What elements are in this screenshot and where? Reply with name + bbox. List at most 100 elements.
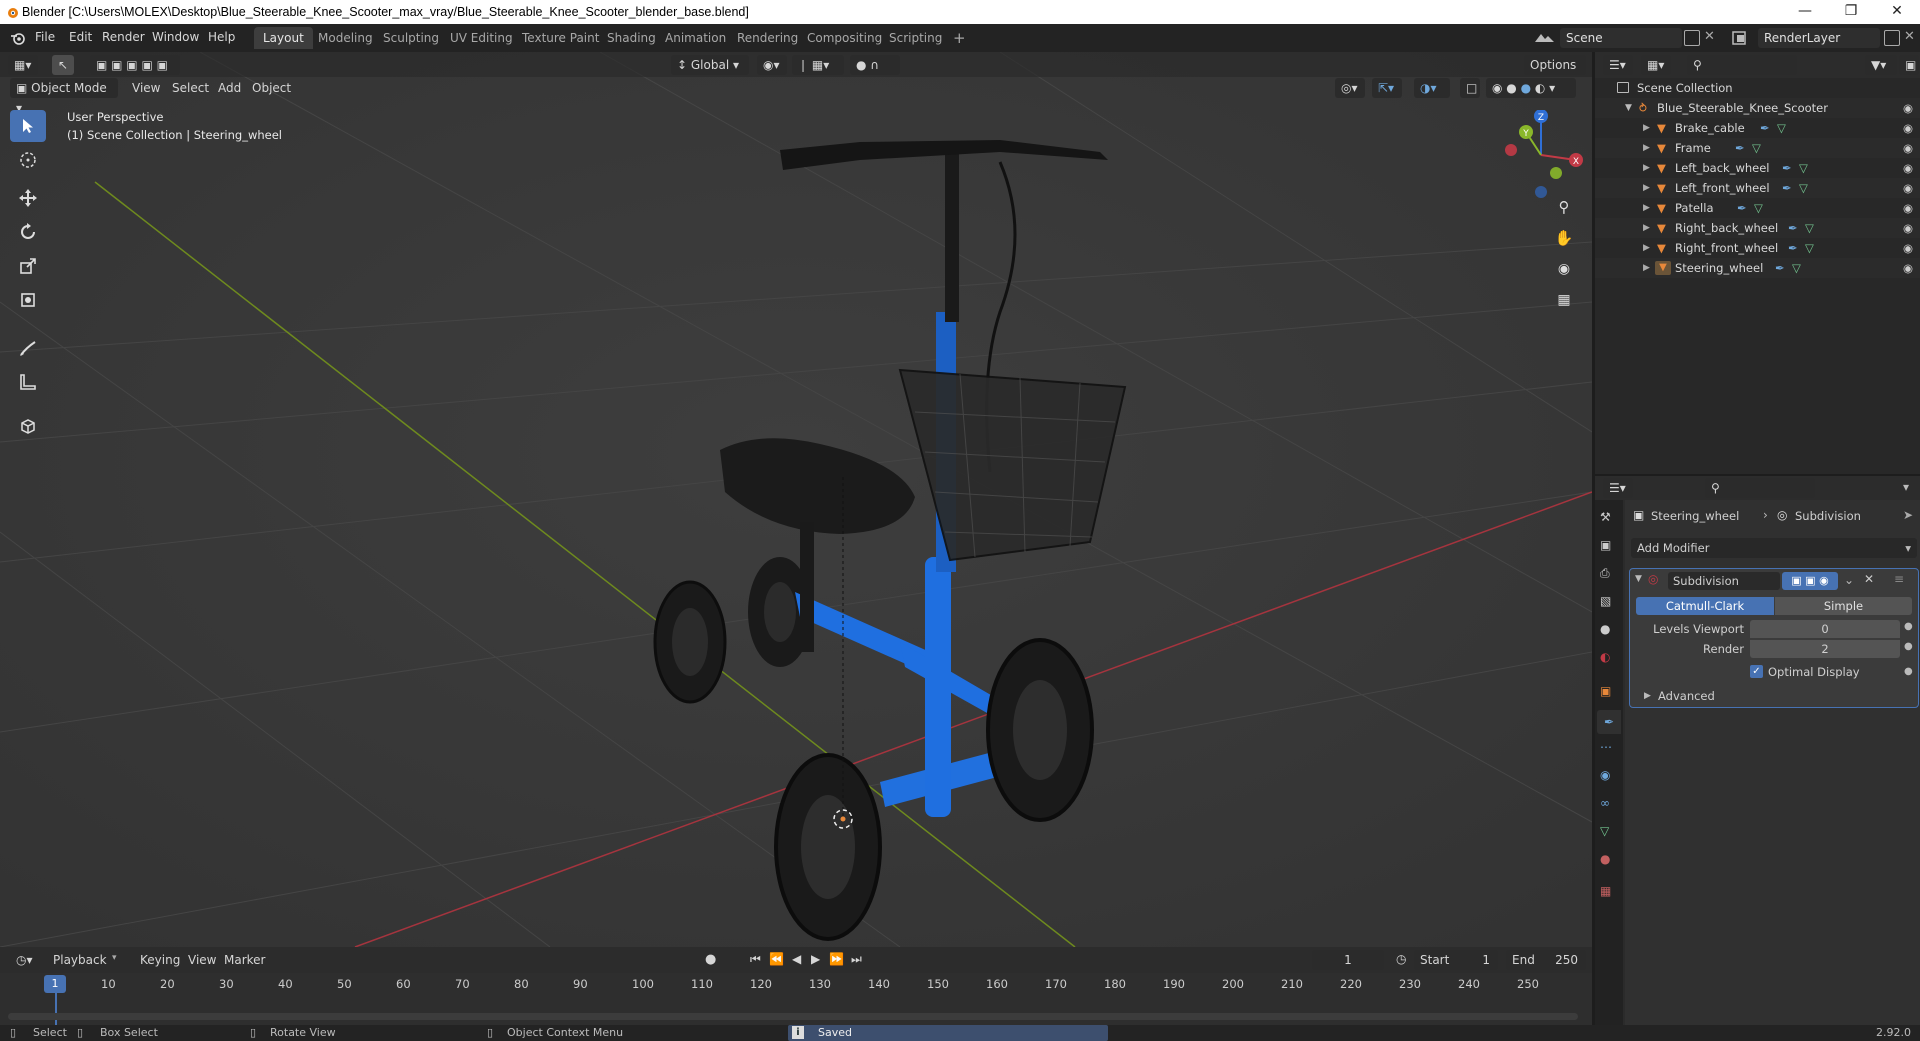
snap-icon[interactable]: ❘ ▦▾ xyxy=(792,55,844,75)
viewport-canvas[interactable] xyxy=(0,52,1592,947)
outliner-row-object[interactable]: ▶ ▼ Right_back_wheel ✒ ▽ ◉ xyxy=(1595,218,1920,238)
render-levels-field[interactable]: 2 xyxy=(1750,640,1900,658)
modifier-wrench-icon[interactable]: ✒ xyxy=(1735,138,1745,158)
viewport-menu-view[interactable]: View xyxy=(132,81,160,95)
outliner-row-object-active[interactable]: ▶ ▼ Steering_wheel ✒ ▽ ◉ xyxy=(1595,258,1920,278)
xray-icon[interactable]: □ xyxy=(1460,78,1480,98)
3d-viewport[interactable]: Z X Y ⚲ ✋ ◉ ▦ User Perspective (1) Scene… xyxy=(0,52,1592,947)
outliner-editor-type-icon[interactable]: ☰▾ xyxy=(1603,55,1633,75)
modifier-wrench-icon[interactable]: ✒ xyxy=(1788,218,1798,238)
advanced-subpanel-label[interactable]: Advanced xyxy=(1658,689,1715,703)
add-cube-tool-icon[interactable] xyxy=(10,410,46,442)
selection-mode-icons[interactable]: ▣ ▣ ▣ ▣ ▣ xyxy=(90,55,180,75)
record-keyframe-icon[interactable]: ● xyxy=(705,952,716,967)
viewport-menu-select[interactable]: Select xyxy=(172,81,209,95)
object-mode-dropdown[interactable]: ▣ Object Mode ▾ xyxy=(10,78,118,115)
modifier-wrench-icon[interactable]: ✒ xyxy=(1782,158,1792,178)
modifier-menu-chevron-icon[interactable]: ⌄ xyxy=(1844,573,1854,587)
outliner-row-object[interactable]: ▶ ▼ Left_back_wheel ✒ ▽ ◉ xyxy=(1595,158,1920,178)
view-layer-tab-icon[interactable]: ▧ xyxy=(1600,594,1611,608)
output-tab-icon[interactable]: ⎙ xyxy=(1600,566,1610,581)
close-window-button[interactable]: ✕ xyxy=(1874,0,1920,24)
eye-icon[interactable]: ◉ xyxy=(1903,218,1913,238)
outliner-row-object[interactable]: ▶ ▼ Frame ✒ ▽ ◉ xyxy=(1595,138,1920,158)
eye-icon[interactable]: ◉ xyxy=(1903,198,1913,218)
eye-icon[interactable]: ◉ xyxy=(1903,178,1913,198)
transform-orientation-dropdown[interactable]: ↕ Global ▾ xyxy=(671,55,749,75)
optimal-display-checkbox[interactable]: ✓ xyxy=(1750,665,1763,678)
collapsed-arrow-icon[interactable]: ▶ xyxy=(1643,238,1650,258)
overlays-icon[interactable]: ◑▾ xyxy=(1414,78,1450,98)
eye-icon[interactable]: ◉ xyxy=(1903,258,1913,278)
scale-tool-icon[interactable] xyxy=(10,250,46,282)
outliner-search-input[interactable]: ⚲ xyxy=(1687,55,1797,75)
minimize-button[interactable]: — xyxy=(1782,0,1828,24)
select-box-tool-icon[interactable] xyxy=(10,110,46,142)
pan-hand-icon[interactable]: ✋ xyxy=(1552,226,1576,250)
ortho-grid-icon[interactable]: ▦ xyxy=(1552,288,1576,312)
modifier-wrench-icon[interactable]: ✒ xyxy=(1788,238,1798,258)
new-collection-icon[interactable]: ▣ xyxy=(1899,55,1919,75)
timeline-scrollbar[interactable] xyxy=(8,1013,1578,1020)
tab-modeling[interactable]: Modeling xyxy=(309,27,382,49)
outliner-row-object[interactable]: ▶ ▼ Left_front_wheel ✒ ▽ ◉ xyxy=(1595,178,1920,198)
timeline-menu-playback[interactable]: Playback xyxy=(53,953,107,967)
editor-type-3d-icon[interactable]: ▦▾ xyxy=(8,55,38,75)
keyframe-dot-icon[interactable]: ● xyxy=(1904,641,1913,652)
eye-icon[interactable]: ◉ xyxy=(1903,238,1913,258)
delete-renderlayer-icon[interactable]: ✕ xyxy=(1904,29,1915,44)
end-frame-field[interactable]: End 250 xyxy=(1506,950,1586,970)
proportional-edit-icon[interactable]: ● ∩ xyxy=(850,55,900,75)
measure-tool-icon[interactable] xyxy=(10,366,46,398)
modifier-wrench-icon[interactable]: ✒ xyxy=(1760,118,1770,138)
modifier-display-toggles-icon[interactable]: ▣ ▣ ◉ xyxy=(1782,572,1838,590)
mesh-data-icon[interactable]: ▽ xyxy=(1777,118,1786,138)
collapse-arrow-icon[interactable]: ▼ xyxy=(1635,574,1642,584)
start-frame-field[interactable]: Start 1 xyxy=(1414,950,1498,970)
annotate-tool-icon[interactable] xyxy=(10,332,46,364)
filter-icon[interactable]: ▼▾ xyxy=(1865,55,1897,75)
current-frame-field[interactable]: 1 xyxy=(1312,950,1384,970)
scene-selector[interactable]: Scene xyxy=(1560,28,1682,48)
outliner-row-object[interactable]: ▶ ▼ Brake_cable ✒ ▽ ◉ xyxy=(1595,118,1920,138)
tab-compositing[interactable]: Compositing xyxy=(798,27,891,49)
mesh-data-icon[interactable]: ▽ xyxy=(1805,238,1814,258)
tab-sculpting[interactable]: Sculpting xyxy=(374,27,448,49)
timeline-editor-type-icon[interactable]: ◷▾ xyxy=(10,950,40,970)
mesh-data-icon[interactable]: ▽ xyxy=(1805,218,1814,238)
collapsed-arrow-icon[interactable]: ▶ xyxy=(1643,258,1650,278)
options-dropdown[interactable]: Options ▾ xyxy=(1524,55,1586,92)
expand-arrow-icon[interactable]: ▼ xyxy=(1625,98,1632,118)
texture-tab-icon[interactable]: ▦ xyxy=(1600,884,1611,898)
catmull-clark-button[interactable]: Catmull-Clark xyxy=(1636,597,1774,615)
preview-range-clock-icon[interactable]: ◷ xyxy=(1396,952,1406,966)
blender-menu-icon[interactable] xyxy=(10,30,26,46)
viewport-menu-add[interactable]: Add xyxy=(218,81,241,95)
keyframe-dot-icon[interactable]: ● xyxy=(1904,666,1913,677)
jump-start-icon[interactable]: ⏮ xyxy=(750,952,761,967)
pin-icon[interactable]: ➤ xyxy=(1903,508,1913,522)
eye-icon[interactable]: ◉ xyxy=(1903,98,1913,118)
collapsed-arrow-icon[interactable]: ▶ xyxy=(1643,138,1650,158)
outliner-row-scene-collection[interactable]: Scene Collection xyxy=(1595,78,1920,98)
scene-tab-icon[interactable]: ● xyxy=(1600,622,1610,636)
keyframe-dot-icon[interactable]: ● xyxy=(1904,621,1913,632)
playhead[interactable]: 1 xyxy=(44,975,66,993)
modifier-name-field[interactable]: Subdivision xyxy=(1668,572,1780,590)
advanced-expand-arrow-icon[interactable]: ▶ xyxy=(1644,691,1651,701)
eye-icon[interactable]: ◉ xyxy=(1903,138,1913,158)
mesh-data-icon[interactable]: ▽ xyxy=(1792,258,1801,278)
collapsed-arrow-icon[interactable]: ▶ xyxy=(1643,158,1650,178)
modifier-wrench-icon[interactable]: ✒ xyxy=(1775,258,1785,278)
simple-button[interactable]: Simple xyxy=(1775,597,1912,615)
render-tab-icon[interactable]: ▣ xyxy=(1600,538,1611,552)
pivot-point-icon[interactable]: ◉▾ xyxy=(757,55,787,75)
timeline-menu-marker[interactable]: Marker xyxy=(224,953,265,967)
properties-options-icon[interactable]: ▾ xyxy=(1903,480,1909,494)
jump-keyframe-forward-icon[interactable]: ⏩ xyxy=(829,952,844,966)
tab-layout[interactable]: Layout xyxy=(254,27,313,49)
material-tab-icon[interactable]: ● xyxy=(1600,852,1610,866)
play-icon[interactable]: ▶ xyxy=(811,952,820,966)
cursor-tool-icon[interactable] xyxy=(10,144,46,176)
outliner-row-object[interactable]: ▶ ▼ Patella ✒ ▽ ◉ xyxy=(1595,198,1920,218)
